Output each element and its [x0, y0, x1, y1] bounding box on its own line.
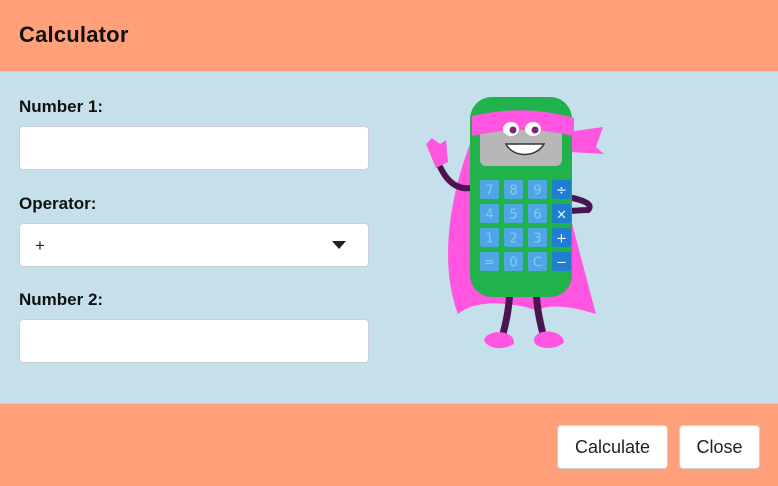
mascot-key-label: 9 [533, 184, 541, 199]
mascot-key-label: 8 [509, 184, 517, 199]
mascot-key-label: 5 [509, 208, 517, 223]
operator-selected-value: + [35, 236, 45, 255]
calculate-button[interactable]: Calculate [557, 425, 668, 469]
number2-label: Number 2: [19, 290, 104, 309]
mascot-key-label: 0 [509, 256, 517, 271]
close-button[interactable]: Close [679, 425, 760, 469]
dialog-header: Calculator [0, 0, 778, 72]
mascot-key-label: × [556, 208, 567, 223]
dialog-footer: Calculate Close [0, 403, 778, 486]
mascot-key-label: − [556, 256, 567, 271]
mascot-key-label: + [556, 232, 567, 247]
mascot-key-label: 3 [533, 232, 541, 247]
calculator-mascot-illustration: 7 8 9 ÷ 4 5 6 × 1 2 3 + = 0 C − [426, 97, 604, 349]
mascot-key-label: = [484, 256, 495, 271]
mascot-key-label: ÷ [556, 184, 567, 199]
calculator-mascot-icon: 7 8 9 ÷ 4 5 6 × 1 2 3 + = 0 C − [418, 92, 608, 359]
mascot-key-label: 6 [533, 208, 541, 223]
operator-select[interactable]: + [19, 223, 369, 267]
dialog-content: Number 1: Operator: + Number 2: [0, 72, 778, 403]
mascot-key-label: 7 [485, 184, 493, 199]
operator-label: Operator: [19, 194, 97, 213]
number2-input[interactable] [19, 319, 369, 363]
dialog-title: Calculator [19, 22, 129, 47]
number1-input[interactable] [19, 126, 369, 170]
mascot-key-label: 2 [509, 232, 517, 247]
mascot-key-label: C [533, 256, 542, 271]
mascot-key-label: 1 [485, 232, 493, 247]
chevron-down-icon [332, 241, 346, 249]
number1-label: Number 1: [19, 97, 104, 116]
mascot-key-label: 4 [485, 208, 493, 223]
